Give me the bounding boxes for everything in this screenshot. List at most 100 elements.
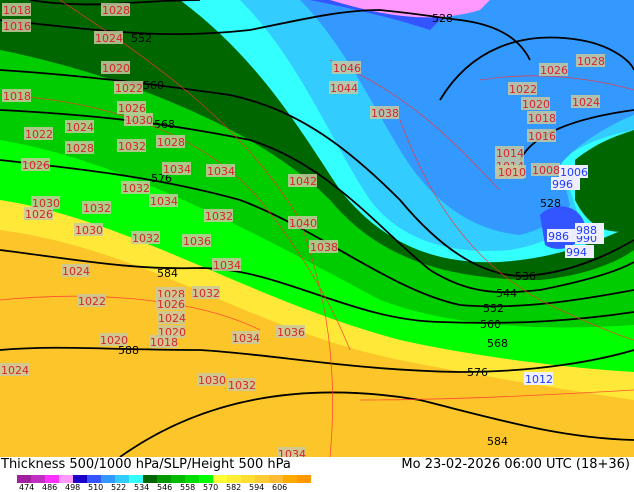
pressure-label: 1046 [333,62,361,75]
contour-label: 544 [496,287,517,300]
pressure-label: 1024 [1,364,29,377]
colorbar-swatch [101,475,115,483]
pressure-label: 1018 [3,4,31,17]
valid-time: Mo 23-02-2026 06:00 UTC (18+36) [401,457,630,472]
pressure-label: 1038 [310,241,338,254]
contour-label: 584 [157,267,178,280]
contour-label: 568 [154,118,175,131]
pressure-label: 1026 [540,64,568,77]
pressure-label: 1036 [277,326,305,339]
pressure-label: 1034 [163,163,191,176]
pressure-label: 1042 [289,175,317,188]
pressure-label: 1026 [22,159,50,172]
pressure-label: 1028 [577,55,605,68]
contour-label: 560 [143,79,164,92]
pressure-label: 988 [576,224,597,237]
pressure-label: 1024 [158,312,186,325]
colorbar-swatch [59,475,73,483]
colorbar-swatch [269,475,283,483]
pressure-label: 1028 [102,4,130,17]
weather-map: 552 560 568 576 584 588 528 536 544 552 … [0,0,634,457]
colorbar-label: 498 [65,483,81,492]
colorbar-labels: 474 486 498 510 522 534 546 558 570 582 594 606 [19,483,295,492]
pressure-label: 986 [548,230,569,243]
pressure-label: 994 [566,246,587,259]
colorbar-swatch [213,475,227,483]
colorbar-label: 474 [19,483,35,492]
colorbar-label: 558 [180,483,196,492]
colorbar-swatch [87,475,101,483]
pressure-label: 1034 [150,195,178,208]
pressure-label: 1026 [157,298,185,311]
pressure-label: 1022 [509,83,537,96]
contour-label: 528 [432,12,453,25]
colorbar-swatch [31,475,45,483]
footer: Thickness 500/1000 hPa/SLP/Height 500 hP… [0,457,634,492]
pressure-label: 1026 [25,208,53,221]
pressure-label: 1016 [3,20,31,33]
colorbar-label: 546 [157,483,173,492]
contour-label: 568 [487,337,508,350]
pressure-label: 1024 [95,32,123,45]
colorbar-swatch [297,475,311,483]
contour-label: 528 [540,197,561,210]
pressure-label: 1030 [125,114,153,127]
colorbar-label: 486 [42,483,58,492]
colorbar-label: 606 [272,483,288,492]
contour-label: 552 [131,32,152,45]
pressure-label: 1020 [100,334,128,347]
contour-label: 576 [467,366,488,379]
pressure-label: 1010 [498,166,526,179]
contour-label: 552 [483,302,504,315]
pressure-label: 1040 [289,217,317,230]
pressure-label: 1022 [115,82,143,95]
pressure-label: 1008 [532,164,560,177]
pressure-label: 1032 [83,202,111,215]
colorbar-swatch [115,475,129,483]
pressure-label: 1016 [528,130,556,143]
contour-label: 536 [515,270,536,283]
colorbar-swatch [283,475,297,483]
pressure-label: 1032 [118,140,146,153]
colorbar-swatch [157,475,171,483]
pressure-label: 1014 [496,147,524,160]
colorbar-swatch [129,475,143,483]
pressure-label: 1018 [150,336,178,349]
colorbar-swatch [45,475,59,483]
colorbar-swatch [241,475,255,483]
colorbar-swatch [17,475,31,483]
colorbar-label: 534 [134,483,150,492]
pressure-label: 1034 [213,259,241,272]
pressure-label: 1028 [66,142,94,155]
contour-label: 584 [487,435,508,448]
pressure-label: 1032 [132,232,160,245]
colorbar-label: 582 [226,483,242,492]
pressure-label: 1020 [102,62,130,75]
colorbar [17,475,311,483]
colorbar-label: 522 [111,483,127,492]
colorbar-swatch [143,475,157,483]
colorbar-label: 594 [249,483,265,492]
pressure-label: 1012 [525,373,553,386]
pressure-label: 1038 [371,107,399,120]
pressure-label: 1030 [75,224,103,237]
pressure-label: 996 [552,178,573,191]
pressure-label: 1034 [232,332,260,345]
colorbar-swatch [199,475,213,483]
contour-label: 560 [480,318,501,331]
pressure-label: 1034 [207,165,235,178]
pressure-label: 1032 [122,182,150,195]
pressure-label: 1032 [192,287,220,300]
pressure-label: 1028 [157,136,185,149]
pressure-label: 1032 [228,379,256,392]
pressure-label: 1024 [62,265,90,278]
colorbar-label: 570 [203,483,219,492]
pressure-label: 1022 [78,295,106,308]
pressure-label: 1024 [572,96,600,109]
colorbar-swatch [255,475,269,483]
pressure-label: 1034 [278,448,306,457]
colorbar-swatch [73,475,87,483]
pressure-label: 1044 [330,82,358,95]
colorbar-swatch [185,475,199,483]
map-title: Thickness 500/1000 hPa/SLP/Height 500 hP… [1,457,291,472]
